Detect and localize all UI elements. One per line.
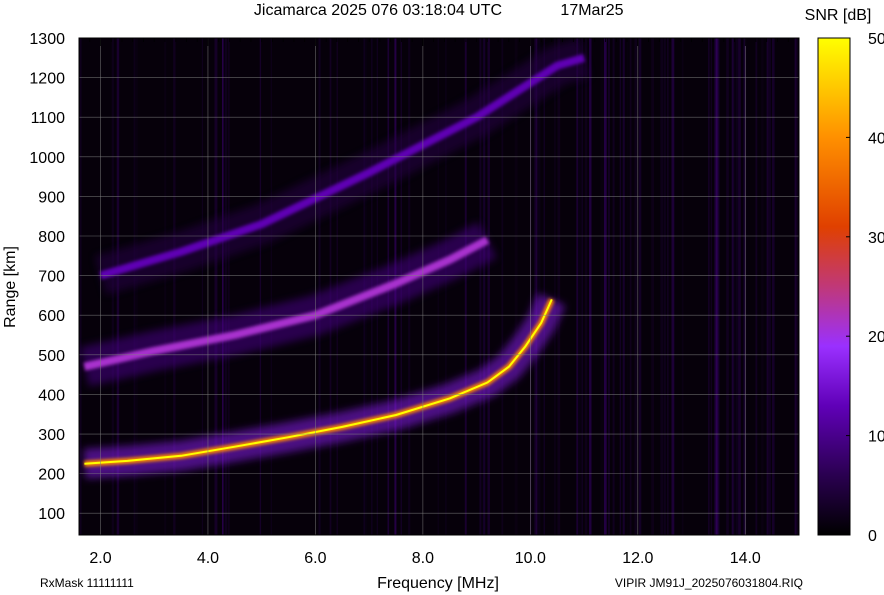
colorbar: SNR [dB] 0 10 20 30 40 50 [805, 7, 884, 545]
y-tick-label: 1100 [31, 110, 66, 127]
x-axis-label: Frequency [MHz] [377, 575, 499, 592]
noise-streak [79, 38, 82, 535]
noise-streak [731, 38, 734, 535]
x-tick-label: 2.0 [89, 550, 111, 567]
plot-area: 2.0 4.0 6.0 8.0 10.0 12.0 14.0 100 200 300 400 500… [29, 31, 800, 567]
x-tick-label: 8.0 [412, 550, 434, 567]
y-tick-label: 1000 [29, 150, 65, 167]
noise-streak [664, 38, 666, 535]
ionogram-chart: Jicamarca 2025 076 03:18:04 UTC 17Mar25 … [2, 2, 884, 592]
y-tick-label: 300 [38, 427, 65, 444]
y-tick-label: 100 [38, 506, 65, 523]
chart-date: 17Mar25 [560, 2, 623, 19]
noise-streak [769, 38, 771, 535]
y-tick-label: 700 [38, 269, 65, 286]
noise-streak [717, 38, 720, 535]
noise-streak [577, 38, 581, 535]
noise-streak [766, 38, 769, 535]
y-tick-label: 600 [38, 308, 65, 325]
noise-streak [612, 38, 615, 535]
noise-streak [584, 38, 588, 535]
noise-streak [794, 38, 797, 535]
noise-streak [772, 38, 775, 535]
y-tick-label: 1200 [29, 71, 65, 88]
x-tick-label: 14.0 [730, 550, 761, 567]
noise-streak [671, 38, 675, 535]
colorbar-tick-label: 0 [868, 528, 877, 545]
noise-streak [638, 38, 642, 535]
noise-streak [761, 38, 764, 535]
noise-streak [603, 38, 607, 535]
noise-streak [743, 38, 747, 535]
noise-streak [576, 38, 579, 535]
colorbar-ticks: 0 10 20 30 40 50 [846, 31, 884, 545]
y-tick-label: 1300 [29, 31, 65, 48]
noise-streak [660, 38, 664, 535]
noise-streak [627, 38, 629, 535]
noise-streak [329, 38, 332, 535]
noise-streak [270, 38, 273, 535]
x-tick-label: 10.0 [515, 550, 546, 567]
y-tick-label: 200 [38, 467, 65, 484]
noise-streak [708, 38, 710, 535]
file-label: VIPIR JM91J_2025076031804.RIQ [615, 576, 803, 590]
y-tick-label: 900 [38, 189, 65, 206]
noise-streak [667, 38, 669, 535]
noise-streak [738, 38, 741, 535]
y-tick-label: 800 [38, 229, 65, 246]
x-tick-label: 4.0 [197, 550, 219, 567]
noise-streak [589, 38, 592, 535]
noise-streak [537, 38, 541, 535]
y-axis-label: Range [km] [2, 246, 19, 328]
colorbar-tick-label: 50 [868, 31, 884, 48]
noise-streak [259, 38, 262, 535]
noise-streak [755, 38, 758, 535]
noise-streak [634, 38, 638, 535]
colorbar-tick-label: 40 [868, 130, 884, 147]
noise-streak [543, 38, 545, 535]
noise-streak [726, 38, 729, 535]
chart-title: Jicamarca 2025 076 03:18:04 UTC [254, 2, 502, 19]
colorbar-label: SNR [dB] [805, 7, 872, 24]
noise-streak [600, 38, 604, 535]
noise-streak [714, 38, 716, 535]
rxmask-label: RxMask 11111111 [40, 576, 134, 590]
noise-streak [629, 38, 632, 535]
noise-streak [735, 38, 739, 535]
noise-streak [534, 38, 537, 535]
y-tick-label: 500 [38, 348, 65, 365]
noise-streak [651, 38, 654, 535]
y-tick-label: 400 [38, 387, 65, 404]
noise-streak [733, 38, 735, 535]
noise-streak [318, 38, 321, 535]
noise-streak [619, 38, 622, 535]
noise-streak [581, 38, 583, 535]
y-axis-ticks: 100 200 300 400 500 600 700 800 900 1000 1100 1200 1… [29, 31, 65, 523]
noise-streak [796, 38, 798, 535]
x-tick-label: 6.0 [304, 550, 326, 567]
x-tick-label: 12.0 [622, 550, 653, 567]
noise-streak [553, 38, 556, 535]
noise-streak [622, 38, 625, 535]
noise-streak [681, 38, 684, 535]
colorbar-gradient [817, 37, 851, 536]
colorbar-tick-label: 10 [868, 429, 884, 446]
noise-streak [710, 38, 712, 535]
colorbar-tick-label: 30 [868, 230, 884, 247]
colorbar-tick-label: 20 [868, 329, 884, 346]
noise-streak [608, 38, 610, 535]
noise-streak [557, 38, 561, 535]
